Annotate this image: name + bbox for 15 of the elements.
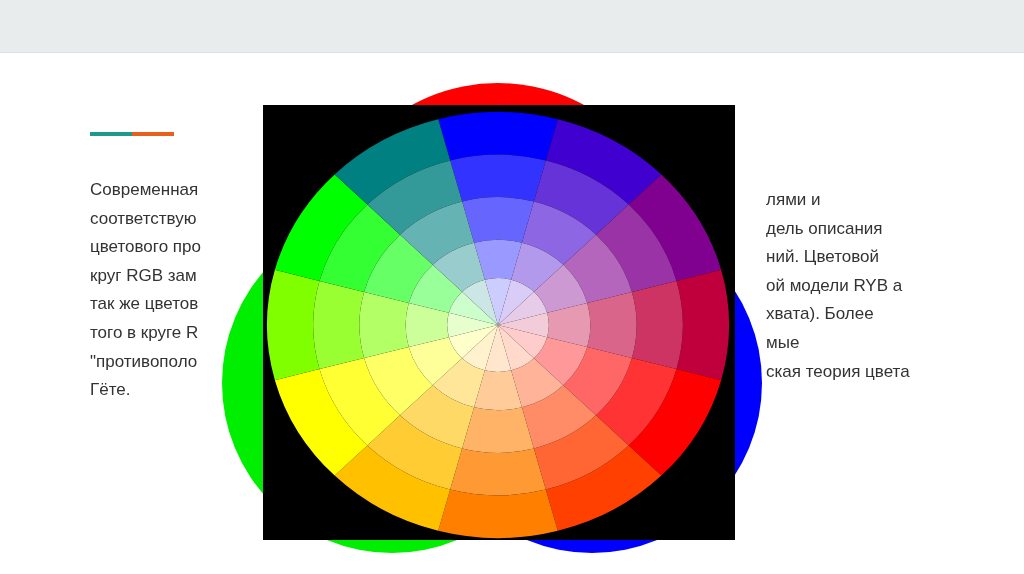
body-text-line: хвата). Более [766,303,875,326]
body-text-line: так же цветов [90,293,200,316]
body-text-line: ская теория цвета [766,360,910,383]
body-text-line: мые [766,331,801,354]
body-text-line: круг RGB зам [90,264,198,287]
body-text-line: цветового про [90,236,202,259]
body-text-line: Современная [90,179,200,201]
body-text-line: Гёте. [90,379,132,402]
body-text-line: "противополо [90,350,199,373]
body-text-line: ний. Цветовой [766,246,880,269]
body-text-line: того в круге R [90,321,200,344]
body-text-line: лями и [766,189,822,211]
body-text-line: соответствую [90,207,198,230]
body-text-line: ой модели RYB а [766,274,904,297]
body-text-line: дель описания [766,217,884,240]
